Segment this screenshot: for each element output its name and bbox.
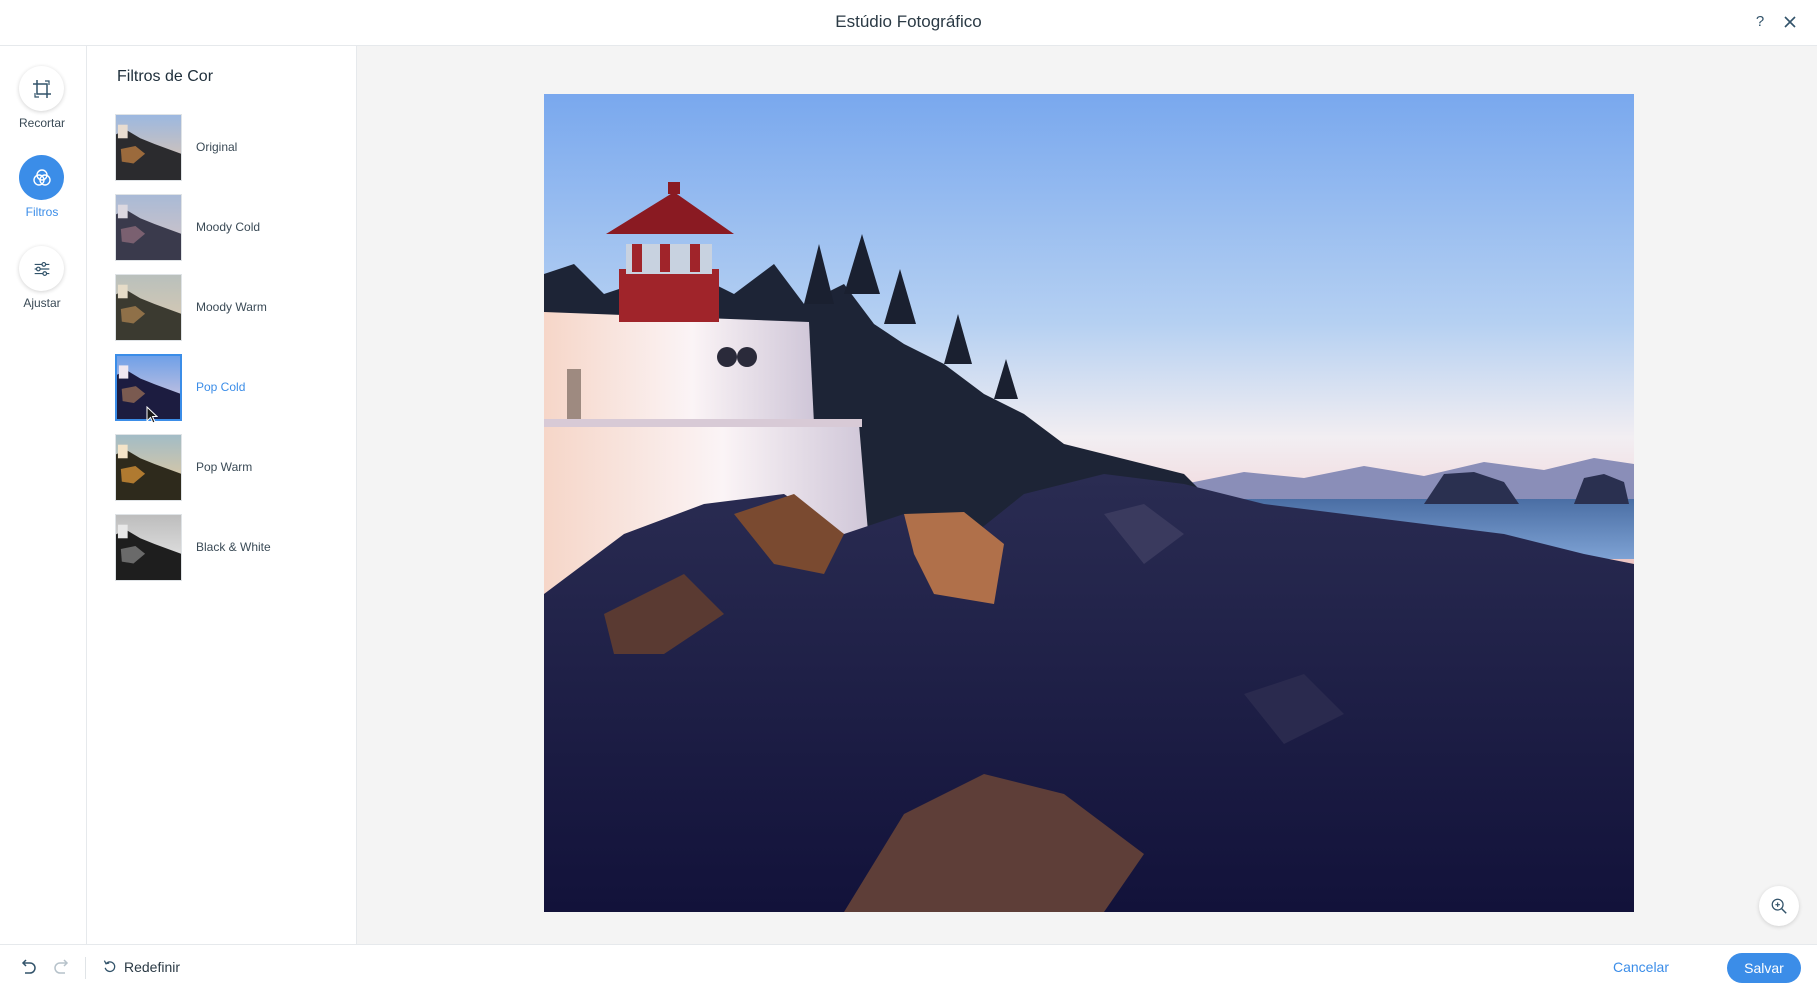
image-canvas (357, 46, 1817, 944)
mouse-cursor-icon (146, 405, 159, 424)
close-icon[interactable] (1780, 12, 1800, 32)
tool-label: Ajustar (23, 296, 61, 310)
reset-button[interactable]: Redefinir (102, 957, 180, 977)
filter-original[interactable]: Original (115, 112, 345, 184)
tool-label: Filtros (25, 205, 59, 219)
tools-sidebar: Recortar Filtros Ajustar (0, 46, 87, 944)
help-icon[interactable]: ? (1751, 12, 1769, 32)
reset-label: Redefinir (124, 959, 181, 975)
filter-moody-warm[interactable]: Moody Warm (115, 272, 345, 344)
filter-thumbnail (115, 114, 182, 181)
footer-divider (85, 957, 86, 979)
filter-name: Original (196, 140, 238, 154)
filter-name: Pop Cold (196, 380, 246, 394)
crop-icon (19, 66, 64, 111)
lighthouse-photo (544, 94, 1634, 912)
filter-name: Pop Warm (196, 460, 253, 474)
tool-adjust[interactable]: Ajustar (0, 246, 86, 326)
tool-crop[interactable]: Recortar (0, 66, 86, 146)
filter-thumbnail (115, 434, 182, 501)
reset-icon (103, 960, 116, 973)
filter-thumbnail (115, 274, 182, 341)
footer-bar: Redefinir Cancelar Salvar (0, 944, 1817, 988)
zoom-in-icon (1771, 898, 1787, 914)
app-title: Estúdio Fotográfico (835, 12, 982, 31)
filter-name: Moody Cold (196, 220, 261, 234)
filter-name: Moody Warm (196, 300, 267, 314)
filter-thumbnail (115, 514, 182, 581)
undo-icon[interactable] (18, 957, 38, 977)
filter-moody-cold[interactable]: Moody Cold (115, 192, 345, 264)
zoom-in-button[interactable] (1759, 886, 1799, 926)
cancel-button[interactable]: Cancelar (1613, 959, 1669, 975)
filter-thumbnail (115, 194, 182, 261)
filters-panel: Filtros de Cor Original Moody Cold Moody… (87, 46, 357, 944)
redo-icon[interactable] (52, 957, 72, 977)
filter-name: Black & White (196, 540, 271, 554)
tool-label: Recortar (18, 116, 65, 130)
filters-icon (19, 155, 64, 200)
tool-filters[interactable]: Filtros (0, 155, 86, 235)
save-button[interactable]: Salvar (1727, 953, 1801, 983)
filter-black-white[interactable]: Black & White (115, 512, 345, 584)
filter-pop-warm[interactable]: Pop Warm (115, 432, 345, 504)
sliders-icon (19, 246, 64, 291)
panel-title: Filtros de Cor (117, 68, 214, 85)
header: Estúdio Fotográfico ? (0, 0, 1817, 46)
